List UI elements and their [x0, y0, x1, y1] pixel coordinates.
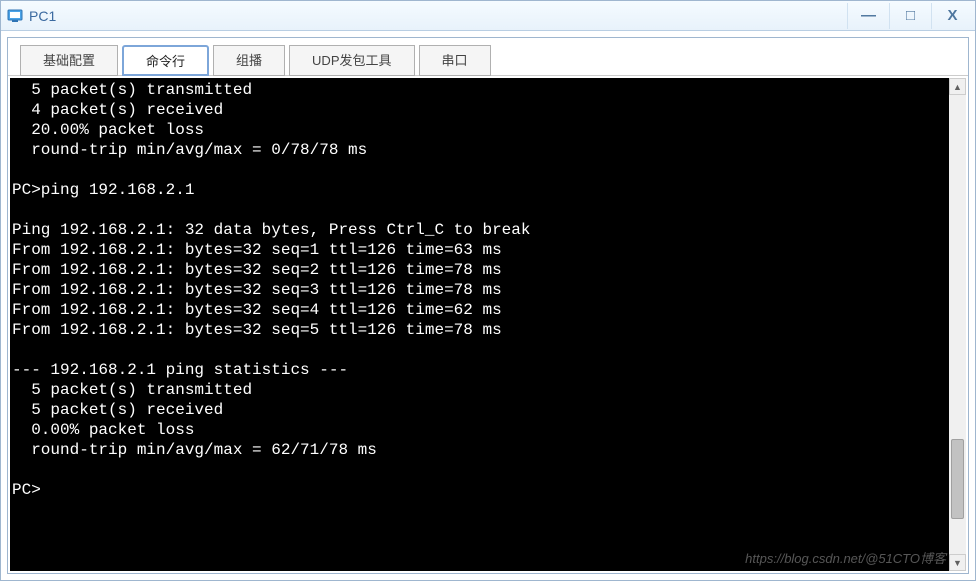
tab-serial[interactable]: 串口 [419, 45, 491, 76]
terminal-line [12, 160, 947, 180]
terminal-line [12, 500, 947, 520]
terminal-line [12, 460, 947, 480]
terminal-line: From 192.168.2.1: bytes=32 seq=1 ttl=126… [12, 240, 947, 260]
terminal-line: round-trip min/avg/max = 62/71/78 ms [12, 440, 947, 460]
tab-udp[interactable]: UDP发包工具 [289, 45, 414, 76]
terminal-line: PC> [12, 480, 947, 500]
terminal-line: From 192.168.2.1: bytes=32 seq=4 ttl=126… [12, 300, 947, 320]
terminal-line: 5 packet(s) transmitted [12, 80, 947, 100]
tab-mcast[interactable]: 组播 [213, 45, 285, 76]
terminal-line: round-trip min/avg/max = 0/78/78 ms [12, 140, 947, 160]
content-frame: 基础配置 命令行 组播 UDP发包工具 串口 5 packet(s) trans… [7, 37, 969, 574]
terminal-line: 4 packet(s) received [12, 100, 947, 120]
terminal-line: 5 packet(s) received [12, 400, 947, 420]
scroll-track[interactable] [949, 95, 966, 554]
terminal-line: 20.00% packet loss [12, 120, 947, 140]
tab-cli[interactable]: 命令行 [122, 45, 209, 76]
terminal-line [12, 340, 947, 360]
terminal-output[interactable]: 5 packet(s) transmitted 4 packet(s) rece… [10, 78, 949, 571]
terminal-line: --- 192.168.2.1 ping statistics --- [12, 360, 947, 380]
window-controls: — □ X [847, 3, 973, 29]
window-title: PC1 [29, 8, 847, 24]
terminal-line: Ping 192.168.2.1: 32 data bytes, Press C… [12, 220, 947, 240]
scroll-up-button[interactable]: ▲ [949, 78, 966, 95]
terminal-line: 5 packet(s) transmitted [12, 380, 947, 400]
terminal-line: From 192.168.2.1: bytes=32 seq=2 ttl=126… [12, 260, 947, 280]
tab-basic[interactable]: 基础配置 [20, 45, 118, 76]
terminal-line: 0.00% packet loss [12, 420, 947, 440]
close-button[interactable]: X [931, 3, 973, 29]
terminal-line [12, 200, 947, 220]
app-icon [7, 8, 23, 24]
scrollbar[interactable]: ▲ ▼ [949, 78, 966, 571]
terminal-line: From 192.168.2.1: bytes=32 seq=3 ttl=126… [12, 280, 947, 300]
terminal-line: From 192.168.2.1: bytes=32 seq=5 ttl=126… [12, 320, 947, 340]
tab-bar: 基础配置 命令行 组播 UDP发包工具 串口 [8, 38, 968, 76]
scroll-down-button[interactable]: ▼ [949, 554, 966, 571]
console-wrap: 5 packet(s) transmitted 4 packet(s) rece… [10, 78, 966, 571]
minimize-button[interactable]: — [847, 3, 889, 29]
maximize-button[interactable]: □ [889, 3, 931, 29]
titlebar: PC1 — □ X [1, 1, 975, 31]
scroll-thumb[interactable] [951, 439, 964, 519]
terminal-line: PC>ping 192.168.2.1 [12, 180, 947, 200]
